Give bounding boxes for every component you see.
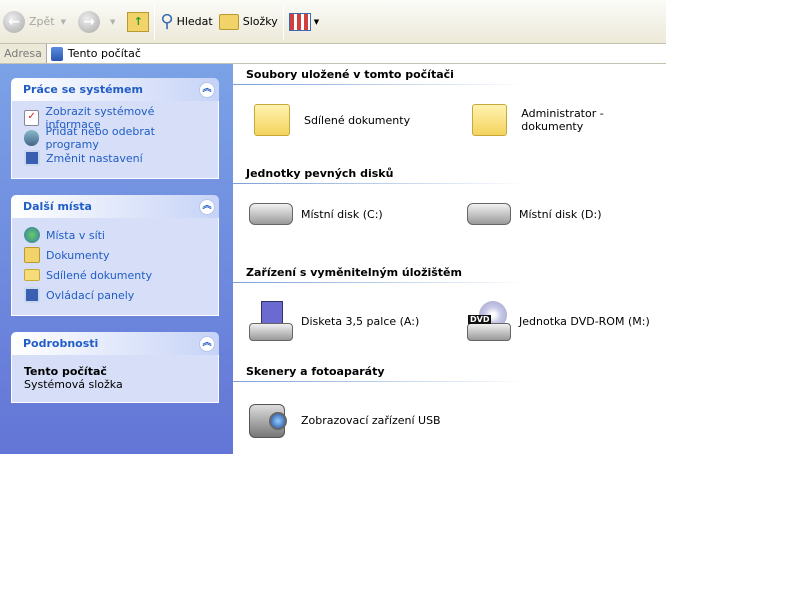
content-pane: Soubory uložené v tomto počítači Sdílené… bbox=[233, 64, 666, 454]
computer-icon bbox=[50, 46, 63, 61]
admin-documents-folder[interactable]: Administrator - dokumenty bbox=[467, 104, 666, 136]
details-panel: Podrobnosti ︽ Tento počítač Systémová slo… bbox=[11, 332, 219, 403]
floppy-drive-a[interactable]: Disketa 3,5 palce (A:) bbox=[249, 301, 419, 341]
panel-header[interactable]: Práce se systémem ︽ bbox=[11, 78, 219, 101]
section-header: Soubory uložené v tomto počítači bbox=[233, 68, 646, 85]
control-panel-icon bbox=[24, 287, 40, 303]
network-places-link[interactable]: Místa v síti bbox=[24, 225, 206, 245]
documents-link[interactable]: Dokumenty bbox=[24, 245, 206, 265]
search-button[interactable]: ⚲ Hledat bbox=[157, 4, 215, 40]
documents-icon bbox=[24, 247, 40, 263]
collapse-icon[interactable]: ︽ bbox=[199, 335, 215, 352]
hard-disk-icon bbox=[467, 203, 511, 225]
toolbar-separator bbox=[282, 3, 284, 40]
up-button[interactable]: ↑ bbox=[124, 4, 152, 40]
folder-icon bbox=[24, 269, 40, 281]
collapse-icon[interactable]: ︽ bbox=[199, 198, 215, 215]
add-remove-programs-link[interactable]: Přidat nebo odebrat programy bbox=[24, 125, 206, 151]
back-button[interactable]: ← Zpět ▼ bbox=[0, 4, 75, 40]
chevron-down-icon[interactable]: ▼ bbox=[110, 18, 115, 26]
floppy-drive-icon bbox=[249, 301, 293, 341]
change-settings-link[interactable]: Změnit nastavení bbox=[24, 148, 206, 168]
chevron-down-icon[interactable]: ▼ bbox=[61, 18, 66, 26]
folder-up-icon: ↑ bbox=[127, 11, 150, 32]
back-arrow-icon: ← bbox=[3, 10, 25, 33]
collapse-icon[interactable]: ︽ bbox=[199, 81, 215, 98]
control-panel-link[interactable]: Ovládací panely bbox=[24, 285, 206, 305]
section-header: Skenery a fotoaparáty bbox=[233, 365, 646, 382]
panel-header[interactable]: Další místa ︽ bbox=[11, 195, 219, 218]
panel-header[interactable]: Podrobnosti ︽ bbox=[11, 332, 219, 355]
search-icon: ⚲ bbox=[160, 11, 174, 32]
chevron-down-icon: ▼ bbox=[313, 17, 320, 26]
programs-icon bbox=[24, 130, 40, 146]
toolbar: ← Zpět ▼ → ▼ ↑ ⚲ Hledat Složky ▼ bbox=[0, 0, 666, 44]
toolbar-separator bbox=[154, 3, 156, 40]
usb-imaging-device[interactable]: Zobrazovací zařízení USB bbox=[249, 400, 441, 440]
camera-icon bbox=[249, 400, 293, 440]
drive-d[interactable]: Místní disk (D:) bbox=[467, 203, 602, 225]
other-places-panel: Další místa ︽ Místa v síti Dokumenty Sdíl… bbox=[11, 195, 219, 316]
control-panel-icon bbox=[24, 150, 40, 166]
details-description: Systémová složka bbox=[24, 378, 123, 391]
dvd-drive-icon: DVD bbox=[467, 301, 511, 341]
forward-button[interactable]: → ▼ bbox=[75, 4, 124, 40]
drive-c[interactable]: Místní disk (C:) bbox=[249, 203, 383, 225]
views-button[interactable]: ▼ bbox=[286, 4, 322, 40]
folder-icon bbox=[472, 104, 508, 136]
views-icon bbox=[288, 12, 311, 31]
network-icon bbox=[24, 227, 40, 243]
system-tasks-panel: Práce se systémem ︽ ✓ Zobrazit systémové i… bbox=[11, 78, 219, 179]
hard-disk-icon bbox=[249, 203, 293, 225]
folder-icon bbox=[254, 104, 290, 136]
shared-documents-folder[interactable]: Sdílené dokumenty bbox=[249, 104, 410, 136]
section-header: Zařízení s vyměnitelným úložištěm bbox=[233, 266, 646, 283]
system-info-icon: ✓ bbox=[24, 110, 40, 126]
explorer-window: ← Zpět ▼ → ▼ ↑ ⚲ Hledat Složky ▼ Adresa Tent… bbox=[0, 0, 666, 454]
address-bar: Adresa Tento počítač bbox=[0, 44, 666, 64]
address-input[interactable]: Tento počítač bbox=[45, 44, 666, 63]
shared-documents-link[interactable]: Sdílené dokumenty bbox=[24, 265, 206, 285]
section-header: Jednotky pevných disků bbox=[233, 167, 646, 184]
task-pane: Práce se systémem ︽ ✓ Zobrazit systémové i… bbox=[0, 64, 233, 454]
forward-arrow-icon: → bbox=[78, 10, 100, 33]
address-label: Adresa bbox=[4, 47, 42, 60]
details-name: Tento počítač bbox=[24, 365, 107, 378]
folders-icon bbox=[218, 13, 239, 30]
folders-button[interactable]: Složky bbox=[216, 4, 281, 40]
dvd-drive-m[interactable]: DVD Jednotka DVD-ROM (M:) bbox=[467, 301, 650, 341]
